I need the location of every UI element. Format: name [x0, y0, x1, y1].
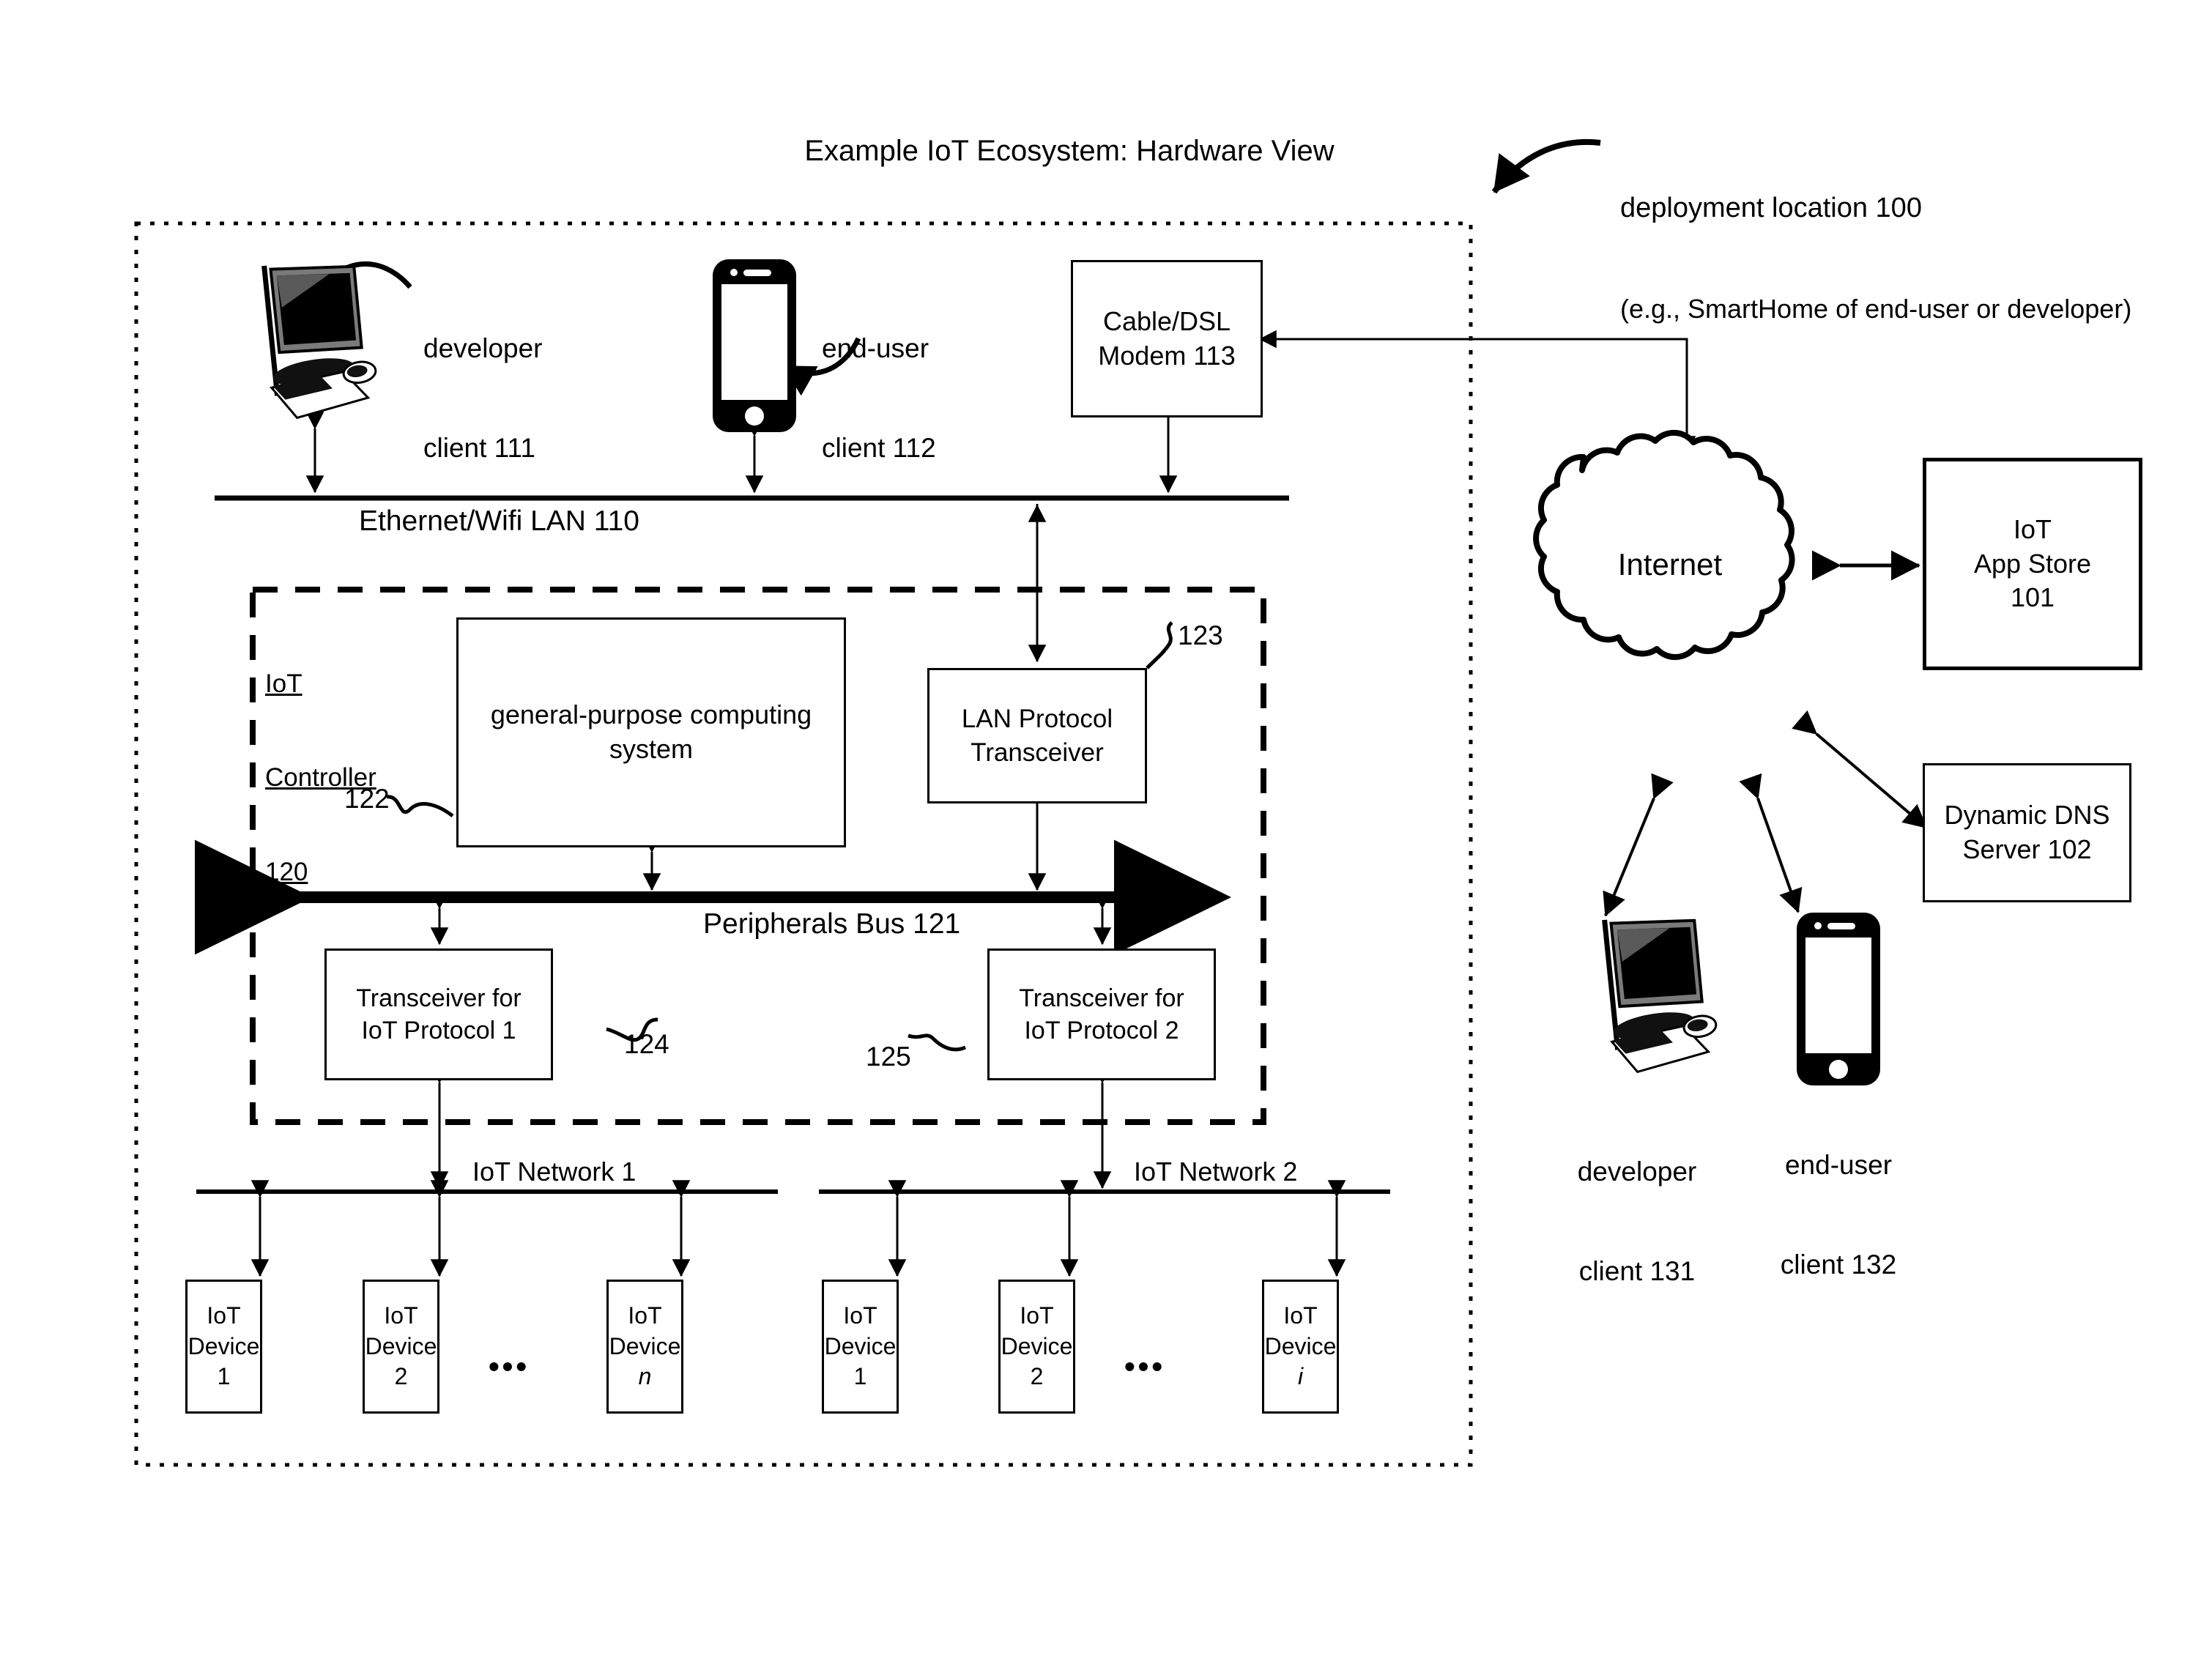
- iot-controller-120-label: IoT Controller 120: [265, 606, 376, 951]
- tx1-line2: IoT Protocol 1: [361, 1017, 516, 1044]
- lanptx-line1: LAN Protocol: [961, 705, 1113, 733]
- end-user-client-112-icon: [713, 259, 796, 432]
- iot-device-box[interactable]: IoT Device 2: [363, 1280, 439, 1414]
- device-line1: IoT: [384, 1302, 418, 1329]
- iot-device-box[interactable]: IoT Device n: [606, 1280, 683, 1414]
- internet-cloud: [1533, 429, 1795, 661]
- ellipsis-network2: •••: [1124, 1349, 1166, 1384]
- cable-dsl-modem-113-box[interactable]: Cable/DSL Modem 113: [1071, 260, 1263, 417]
- end-user-client-132-icon: [1797, 913, 1880, 1085]
- ethernet-wifi-lan-110-label: Ethernet/Wifi LAN 110: [359, 505, 639, 537]
- iot-app-store-101-box[interactable]: IoT App Store 101: [1923, 458, 2142, 670]
- appstore-line1: IoT: [2013, 513, 2052, 544]
- internet-dns-link: [1792, 710, 1928, 829]
- developer-client-131-label: developer client 131: [1545, 1089, 1729, 1354]
- developer-client-111-icon: [261, 264, 377, 420]
- ref-122-leader: [386, 795, 454, 817]
- device-line1: IoT: [207, 1302, 241, 1329]
- client132-line1: end-user: [1784, 1150, 1893, 1181]
- device-line1: IoT: [628, 1302, 662, 1329]
- dev131-line2: client 131: [1578, 1255, 1696, 1286]
- dev111-label-arrow: [312, 261, 412, 302]
- iot-device-box[interactable]: IoT Device i: [1262, 1280, 1339, 1414]
- internet-cloud-label: Internet: [1617, 547, 1723, 582]
- device-index: i: [1297, 1363, 1304, 1390]
- gpcs-line1: general-purpose computing: [490, 699, 812, 730]
- device-index: n: [638, 1363, 652, 1390]
- gpcs-line2: system: [609, 734, 693, 764]
- ellipsis-network1: •••: [488, 1349, 530, 1384]
- appstore-line3: 101: [2010, 582, 2055, 613]
- figure-canvas: Example IoT Ecosystem: Hardware View dep…: [0, 0, 2212, 1678]
- end-user-client-132-label: end-user client 132: [1747, 1083, 1930, 1347]
- dev111-line1: developer: [423, 333, 543, 364]
- transceiver-iot-protocol-1-box[interactable]: Transceiver for IoT Protocol 1: [324, 948, 553, 1080]
- controller-title-line3: 120: [265, 857, 308, 886]
- iot-device-box[interactable]: IoT Device 1: [822, 1280, 899, 1414]
- dev111-line2: client 111: [423, 432, 535, 463]
- ref-123-label: 123: [1178, 620, 1223, 650]
- ref-124-label: 124: [624, 1029, 669, 1059]
- device-line2: Device 1: [188, 1332, 260, 1390]
- controller-title-line1: IoT: [265, 669, 303, 699]
- dynamic-dns-server-102-box[interactable]: Dynamic DNS Server 102: [1923, 763, 2131, 902]
- tx2-line1: Transceiver for: [1019, 984, 1184, 1012]
- developer-client-131-icon: [1602, 918, 1718, 1074]
- developer-client-111-label: developer client 111: [423, 266, 543, 530]
- dns-line2: Server 102: [1962, 834, 2092, 864]
- iot-device-box[interactable]: IoT Device 2: [998, 1280, 1075, 1414]
- iot-network-1-label: IoT Network 1: [472, 1157, 636, 1187]
- ref-125-leader: [908, 1033, 967, 1052]
- internet-client132-link: [1739, 773, 1803, 913]
- client132-line2: client 132: [1780, 1249, 1897, 1280]
- device-line2: Device: [609, 1332, 681, 1359]
- iot-network-2-label: IoT Network 2: [1134, 1157, 1298, 1187]
- device-line1: IoT: [1283, 1302, 1318, 1329]
- client112-line2: client 112: [822, 432, 936, 463]
- end-user-client-112-label: end-user client 112: [822, 266, 936, 530]
- general-purpose-computing-system-box[interactable]: general-purpose computing system: [456, 617, 846, 847]
- peripherals-bus-121-label: Peripherals Bus 121: [703, 908, 961, 940]
- deployment-location-line1: deployment location 100: [1620, 192, 1922, 223]
- modem-line2: Modem 113: [1098, 340, 1236, 371]
- tx1-line1: Transceiver for: [356, 984, 522, 1012]
- client112-line1: end-user: [822, 333, 929, 364]
- device-line2: Device 2: [1001, 1332, 1073, 1390]
- deployment-leader-arrow: [1491, 139, 1601, 194]
- iot-device-box[interactable]: IoT Device 1: [185, 1280, 262, 1414]
- deployment-location-line2: (e.g., SmartHome of end-user or develope…: [1620, 293, 2132, 324]
- ref-125-label: 125: [866, 1042, 911, 1072]
- device-line1: IoT: [1020, 1302, 1054, 1329]
- deployment-location-label: deployment location 100 (e.g., SmartHome…: [1620, 123, 2131, 393]
- device-line2: Device 1: [824, 1332, 897, 1390]
- internet-dev131-link: [1603, 773, 1674, 917]
- lan-protocol-transceiver-box[interactable]: LAN Protocol Transceiver: [927, 668, 1147, 803]
- lanptx-line2: Transceiver: [970, 738, 1104, 767]
- dns-line1: Dynamic DNS: [1944, 800, 2110, 831]
- device-line2: Device 2: [365, 1332, 437, 1390]
- figure-title: Example IoT Ecosystem: Hardware View: [804, 135, 1335, 167]
- tx2-line2: IoT Protocol 2: [1024, 1017, 1179, 1044]
- ref-123-leader: [1146, 621, 1173, 669]
- dev131-line1: developer: [1577, 1157, 1697, 1187]
- modem-line1: Cable/DSL: [1102, 305, 1231, 336]
- device-line1: IoT: [843, 1302, 877, 1329]
- appstore-line2: App Store: [1973, 548, 2092, 579]
- ref-122-label: 122: [344, 784, 390, 814]
- device-line2: Device: [1264, 1332, 1337, 1359]
- transceiver-iot-protocol-2-box[interactable]: Transceiver for IoT Protocol 2: [987, 948, 1216, 1080]
